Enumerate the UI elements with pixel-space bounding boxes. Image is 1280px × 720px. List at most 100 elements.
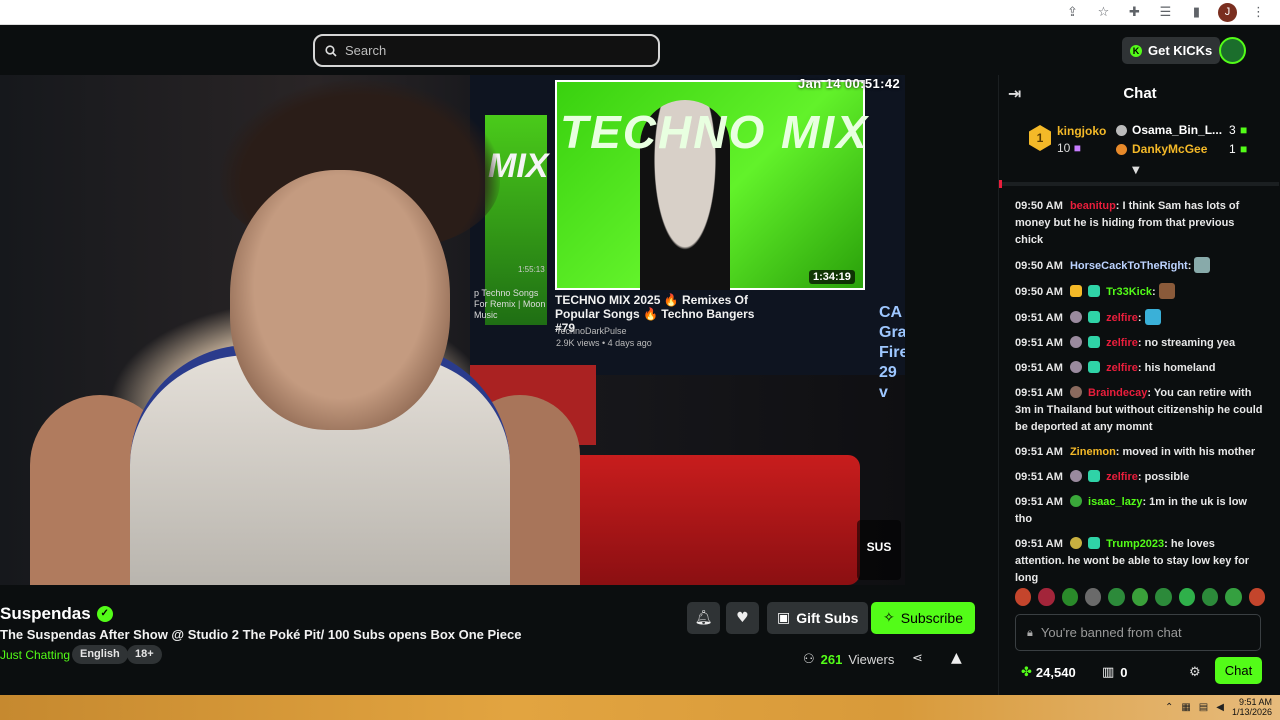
leaderboard-top-count-value: 10 [1057, 141, 1071, 155]
leaderboard-row[interactable]: Osama_Bin_L... 3 ■ [1116, 123, 1256, 137]
message-time: 09:50 AM [1015, 200, 1063, 212]
message-username[interactable]: Braindecay [1088, 387, 1147, 399]
emote-icon[interactable] [1201, 588, 1219, 606]
message-username[interactable]: HorseCackToTheRight [1070, 260, 1188, 272]
message-username[interactable]: beanitup [1070, 200, 1116, 212]
tv-left-duration: 1:55:13 [518, 265, 545, 274]
emote-icon[interactable] [1108, 588, 1125, 606]
volume-icon[interactable]: ◀ [1216, 702, 1224, 713]
stream-title: The Suspendas After Show @ Studio 2 The … [0, 627, 522, 642]
share-icon[interactable]: ⋖ [912, 651, 923, 666]
leaderboard-count: 3 [1229, 123, 1236, 137]
message-time: 09:50 AM [1015, 286, 1063, 298]
inventory[interactable]: ▥ 0 [1102, 665, 1128, 680]
get-kicks-button[interactable]: K Get KICKs [1122, 37, 1221, 64]
user-badge-icon [1069, 537, 1082, 549]
leaderboard-row[interactable]: DankyMcGee 1 ■ [1116, 142, 1256, 156]
crown-badge-icon [1069, 285, 1082, 297]
message-text: : possible [1137, 471, 1190, 483]
star-icon: ✧ [883, 610, 895, 626]
gift-icon: ■ [1240, 123, 1248, 137]
user-avatar[interactable] [1219, 37, 1246, 64]
emote-icon[interactable] [1131, 588, 1149, 606]
notification-bell-button[interactable]: 🔔︎ [687, 602, 720, 634]
chat-message-input[interactable] [1040, 625, 1241, 640]
rank-three-badge [1116, 143, 1127, 155]
search-input[interactable] [345, 43, 625, 58]
emote-icon [1194, 257, 1211, 273]
report-warning-icon[interactable]: ▲ [951, 650, 962, 666]
emote-icon[interactable] [1178, 588, 1195, 606]
subscribe-button[interactable]: ✧ Subscribe [871, 602, 975, 634]
user-badge-icon [1069, 311, 1082, 323]
emote-icon[interactable] [1225, 588, 1242, 606]
wifi-icon[interactable]: ▤ [1199, 702, 1208, 713]
chat-panel: ⇥ Chat 1 kingjoko 10 ■ Osama_Bin_L... 3 … [998, 75, 1280, 695]
streamer-name[interactable]: Suspendas ✓ [0, 604, 113, 624]
tv-thumbnail-duration: 1:34:19 [809, 270, 855, 284]
message-username[interactable]: zelfire [1106, 471, 1138, 483]
message-username[interactable]: zelfire [1106, 362, 1138, 374]
reading-list-icon[interactable]: ☰ [1156, 3, 1175, 22]
channel-points[interactable]: ✤ 24,540 [1021, 665, 1076, 680]
search-box[interactable] [313, 34, 660, 67]
gift-subs-button[interactable]: ▣ Gift Subs [767, 602, 869, 634]
message-username[interactable]: isaac_lazy [1088, 496, 1142, 508]
sub-badge-icon [1088, 285, 1101, 297]
streamer-name-text: Suspendas [0, 604, 91, 623]
emote-icon[interactable] [1248, 588, 1265, 606]
message-time: 09:51 AM [1015, 312, 1063, 324]
browser-profile-avatar[interactable]: J [1218, 3, 1237, 22]
message-time: 09:51 AM [1015, 446, 1063, 458]
share-page-icon[interactable]: ⇪ [1063, 3, 1082, 22]
chat-input-box[interactable]: 🔒︎ [1015, 614, 1261, 651]
emote-icon[interactable] [1155, 588, 1172, 606]
message-username[interactable]: zelfire [1106, 337, 1138, 349]
message-text: : [1137, 312, 1142, 324]
network-icon[interactable]: ▦ [1181, 702, 1190, 713]
message-username[interactable]: Zinemon [1070, 446, 1116, 458]
emote-icon[interactable] [1015, 588, 1032, 606]
emote-icon[interactable] [1038, 588, 1055, 606]
browser-icons: ⇪ ☆ ✚ ☰ ▮ J ⋮ [1063, 3, 1268, 22]
browser-menu-icon[interactable]: ⋮ [1249, 3, 1268, 22]
chat-settings-gear-icon[interactable]: ⚙ [1189, 665, 1201, 680]
chat-title: Chat [1123, 85, 1157, 102]
extensions-icon[interactable]: ✚ [1125, 3, 1144, 22]
sub-badge-icon [1088, 470, 1101, 482]
sub-badge-icon [1088, 537, 1101, 549]
tag-18-plus[interactable]: 18+ [127, 645, 162, 664]
message-text: : his homeland [1137, 362, 1216, 374]
collapse-chat-icon[interactable]: ⇥ [1008, 84, 1021, 103]
viewers-icon: ⚇ [803, 652, 815, 667]
emote-icon [1144, 309, 1161, 325]
leaderboard-top-name[interactable]: kingjoko [1057, 124, 1106, 138]
stream-category-link[interactable]: Just Chatting [0, 648, 70, 662]
message-time: 09:51 AM [1015, 337, 1063, 349]
quick-emote-bar [1015, 588, 1265, 608]
rank-one-badge: 1 [1029, 125, 1051, 151]
system-clock[interactable]: 9:51 AM 1/13/2026 [1232, 697, 1272, 717]
follow-heart-button[interactable]: ♥ [726, 602, 759, 634]
streamer-face [230, 170, 450, 430]
emote-icon[interactable] [1061, 588, 1079, 606]
bookmark-star-icon[interactable]: ☆ [1094, 3, 1113, 22]
tv-video-channel: TechnoDarkPulse 2.9K views • 4 days ago [556, 325, 652, 349]
expand-leaderboard-icon[interactable]: ▼ [1132, 165, 1140, 176]
message-time: 09:50 AM [1015, 260, 1063, 272]
chat-message: 09:51 AM zelfire: his homeland [1015, 360, 1265, 377]
gift-subs-label: Gift Subs [796, 610, 859, 626]
side-panel-icon[interactable]: ▮ [1187, 3, 1206, 22]
message-username[interactable]: Tr33Kick [1106, 286, 1152, 298]
emote-icon[interactable] [1085, 588, 1102, 606]
chat-message: 09:51 AM Zinemon: moved in with his moth… [1015, 444, 1265, 461]
chat-message: 09:50 AM beanitup: I think Sam has lots … [1015, 198, 1265, 249]
message-username[interactable]: Trump2023 [1106, 538, 1164, 550]
chat-message: 09:51 AM zelfire: possible [1015, 469, 1265, 486]
tv-right-caption-line: Gra [879, 324, 905, 341]
tray-chevron-icon[interactable]: ⌃ [1165, 702, 1173, 713]
video-player[interactable]: MIX TECHNO MIX 1:34:19 1:55:13 TECHNO MI… [0, 75, 905, 585]
message-username[interactable]: zelfire [1106, 312, 1138, 324]
tag-english[interactable]: English [72, 645, 128, 664]
chat-send-button[interactable]: Chat [1215, 657, 1262, 684]
